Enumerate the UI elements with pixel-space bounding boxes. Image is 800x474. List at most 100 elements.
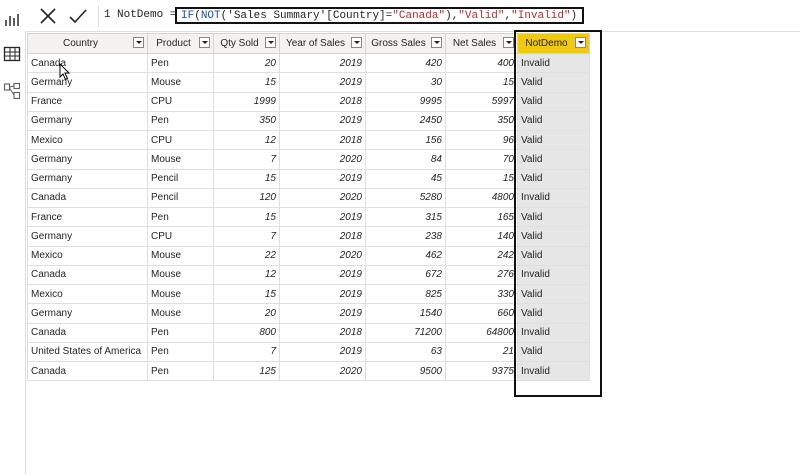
table-cell[interactable]: 800 [213, 322, 280, 343]
table-cell[interactable]: Canada [27, 187, 148, 209]
table-cell[interactable]: France [27, 91, 148, 112]
table-cell[interactable]: 825 [365, 283, 446, 305]
table-cell[interactable]: Canada [27, 322, 148, 343]
table-cell[interactable]: 15 [213, 72, 280, 93]
table-cell[interactable]: 2020 [279, 360, 366, 382]
table-cell[interactable]: 7 [213, 341, 280, 363]
table-cell[interactable]: 462 [365, 245, 446, 266]
table-cell[interactable]: 71200 [365, 322, 446, 343]
table-cell[interactable]: Valid [517, 341, 590, 363]
table-cell[interactable]: 2018 [279, 322, 366, 343]
table-cell[interactable]: 30 [365, 72, 446, 93]
table-cell[interactable]: 63 [365, 341, 446, 363]
table-cell[interactable]: Valid [517, 226, 590, 247]
table-cell[interactable]: 350 [213, 110, 280, 132]
table-cell[interactable]: Mouse [147, 303, 214, 324]
table-cell[interactable]: CPU [147, 226, 214, 247]
column-header-net-sales[interactable]: Net Sales [445, 33, 518, 54]
commit-check-icon[interactable] [67, 5, 89, 27]
table-cell[interactable]: Pen [147, 360, 214, 382]
table-cell[interactable]: 140 [445, 226, 518, 247]
table-cell[interactable]: 2019 [279, 206, 366, 228]
table-cell[interactable]: Mouse [147, 72, 214, 93]
table-cell[interactable]: 22 [213, 245, 280, 266]
table-cell[interactable]: Mouse [147, 283, 214, 305]
table-cell[interactable]: Invalid [517, 52, 590, 74]
table-cell[interactable]: 2020 [279, 187, 366, 209]
table-cell[interactable]: 9500 [365, 360, 446, 382]
table-cell[interactable]: 120 [213, 187, 280, 209]
table-cell[interactable]: 125 [213, 360, 280, 382]
table-cell[interactable]: 15 [213, 168, 280, 189]
table-cell[interactable]: Germany [27, 303, 148, 324]
table-cell[interactable]: Valid [517, 303, 590, 324]
table-cell[interactable]: 21 [445, 341, 518, 363]
table-cell[interactable]: Mexico [27, 129, 148, 151]
table-cell[interactable]: 276 [445, 264, 518, 286]
column-header-product[interactable]: Product [147, 33, 214, 54]
table-cell[interactable]: 2450 [365, 110, 446, 132]
table-cell[interactable]: Invalid [517, 322, 590, 343]
table-cell[interactable]: Germany [27, 149, 148, 170]
table-cell[interactable]: 96 [445, 129, 518, 151]
table-cell[interactable]: 5997 [445, 91, 518, 112]
table-cell[interactable]: 12 [213, 264, 280, 286]
table-cell[interactable]: 15 [213, 206, 280, 228]
table-cell[interactable]: 2018 [279, 91, 366, 112]
table-cell[interactable]: 15 [213, 283, 280, 305]
table-cell[interactable]: Invalid [517, 187, 590, 209]
table-cell[interactable]: CPU [147, 129, 214, 151]
table-cell[interactable]: 45 [365, 168, 446, 189]
table-cell[interactable]: 2019 [279, 283, 366, 305]
table-cell[interactable]: 64800 [445, 322, 518, 343]
filter-dropdown-icon[interactable] [133, 37, 144, 48]
filter-dropdown-icon[interactable] [431, 37, 442, 48]
table-cell[interactable]: 20 [213, 303, 280, 324]
table-cell[interactable]: 2019 [279, 52, 366, 74]
table-cell[interactable]: Valid [517, 245, 590, 266]
table-cell[interactable]: Pen [147, 110, 214, 132]
table-cell[interactable]: CPU [147, 91, 214, 112]
table-cell[interactable]: Germany [27, 72, 148, 93]
table-cell[interactable]: 70 [445, 149, 518, 170]
table-cell[interactable]: Mouse [147, 245, 214, 266]
table-cell[interactable]: Canada [27, 360, 148, 382]
table-cell[interactable]: 330 [445, 283, 518, 305]
table-cell[interactable]: Valid [517, 206, 590, 228]
table-cell[interactable]: 84 [365, 149, 446, 170]
table-cell[interactable]: 238 [365, 226, 446, 247]
report-view-icon[interactable] [3, 10, 21, 28]
table-cell[interactable]: 2019 [279, 341, 366, 363]
table-cell[interactable]: 672 [365, 264, 446, 286]
table-cell[interactable]: Valid [517, 91, 590, 112]
table-cell[interactable]: 156 [365, 129, 446, 151]
table-cell[interactable]: 2019 [279, 168, 366, 189]
table-cell[interactable]: Germany [27, 226, 148, 247]
table-cell[interactable]: 7 [213, 149, 280, 170]
table-cell[interactable]: Valid [517, 129, 590, 151]
table-cell[interactable]: Valid [517, 149, 590, 170]
table-cell[interactable]: Mouse [147, 264, 214, 286]
table-cell[interactable]: 242 [445, 245, 518, 266]
table-cell[interactable]: 420 [365, 52, 446, 74]
table-cell[interactable]: 15 [445, 72, 518, 93]
table-cell[interactable]: 9995 [365, 91, 446, 112]
table-cell[interactable]: Pencil [147, 187, 214, 209]
data-view-icon[interactable] [3, 45, 21, 63]
table-cell[interactable]: Canada [27, 264, 148, 286]
table-cell[interactable]: 9375 [445, 360, 518, 382]
table-cell[interactable]: Invalid [517, 264, 590, 286]
table-cell[interactable]: 15 [445, 168, 518, 189]
table-cell[interactable]: United States of America [27, 341, 148, 363]
table-cell[interactable]: Pen [147, 206, 214, 228]
filter-dropdown-icon[interactable] [265, 37, 276, 48]
table-cell[interactable]: Mexico [27, 283, 148, 305]
table-cell[interactable]: 660 [445, 303, 518, 324]
table-cell[interactable]: 2020 [279, 149, 366, 170]
table-cell[interactable]: 2019 [279, 72, 366, 93]
table-cell[interactable]: 350 [445, 110, 518, 132]
table-cell[interactable]: 7 [213, 226, 280, 247]
table-cell[interactable]: Valid [517, 283, 590, 305]
table-cell[interactable]: Mouse [147, 149, 214, 170]
table-cell[interactable]: Pen [147, 52, 214, 74]
